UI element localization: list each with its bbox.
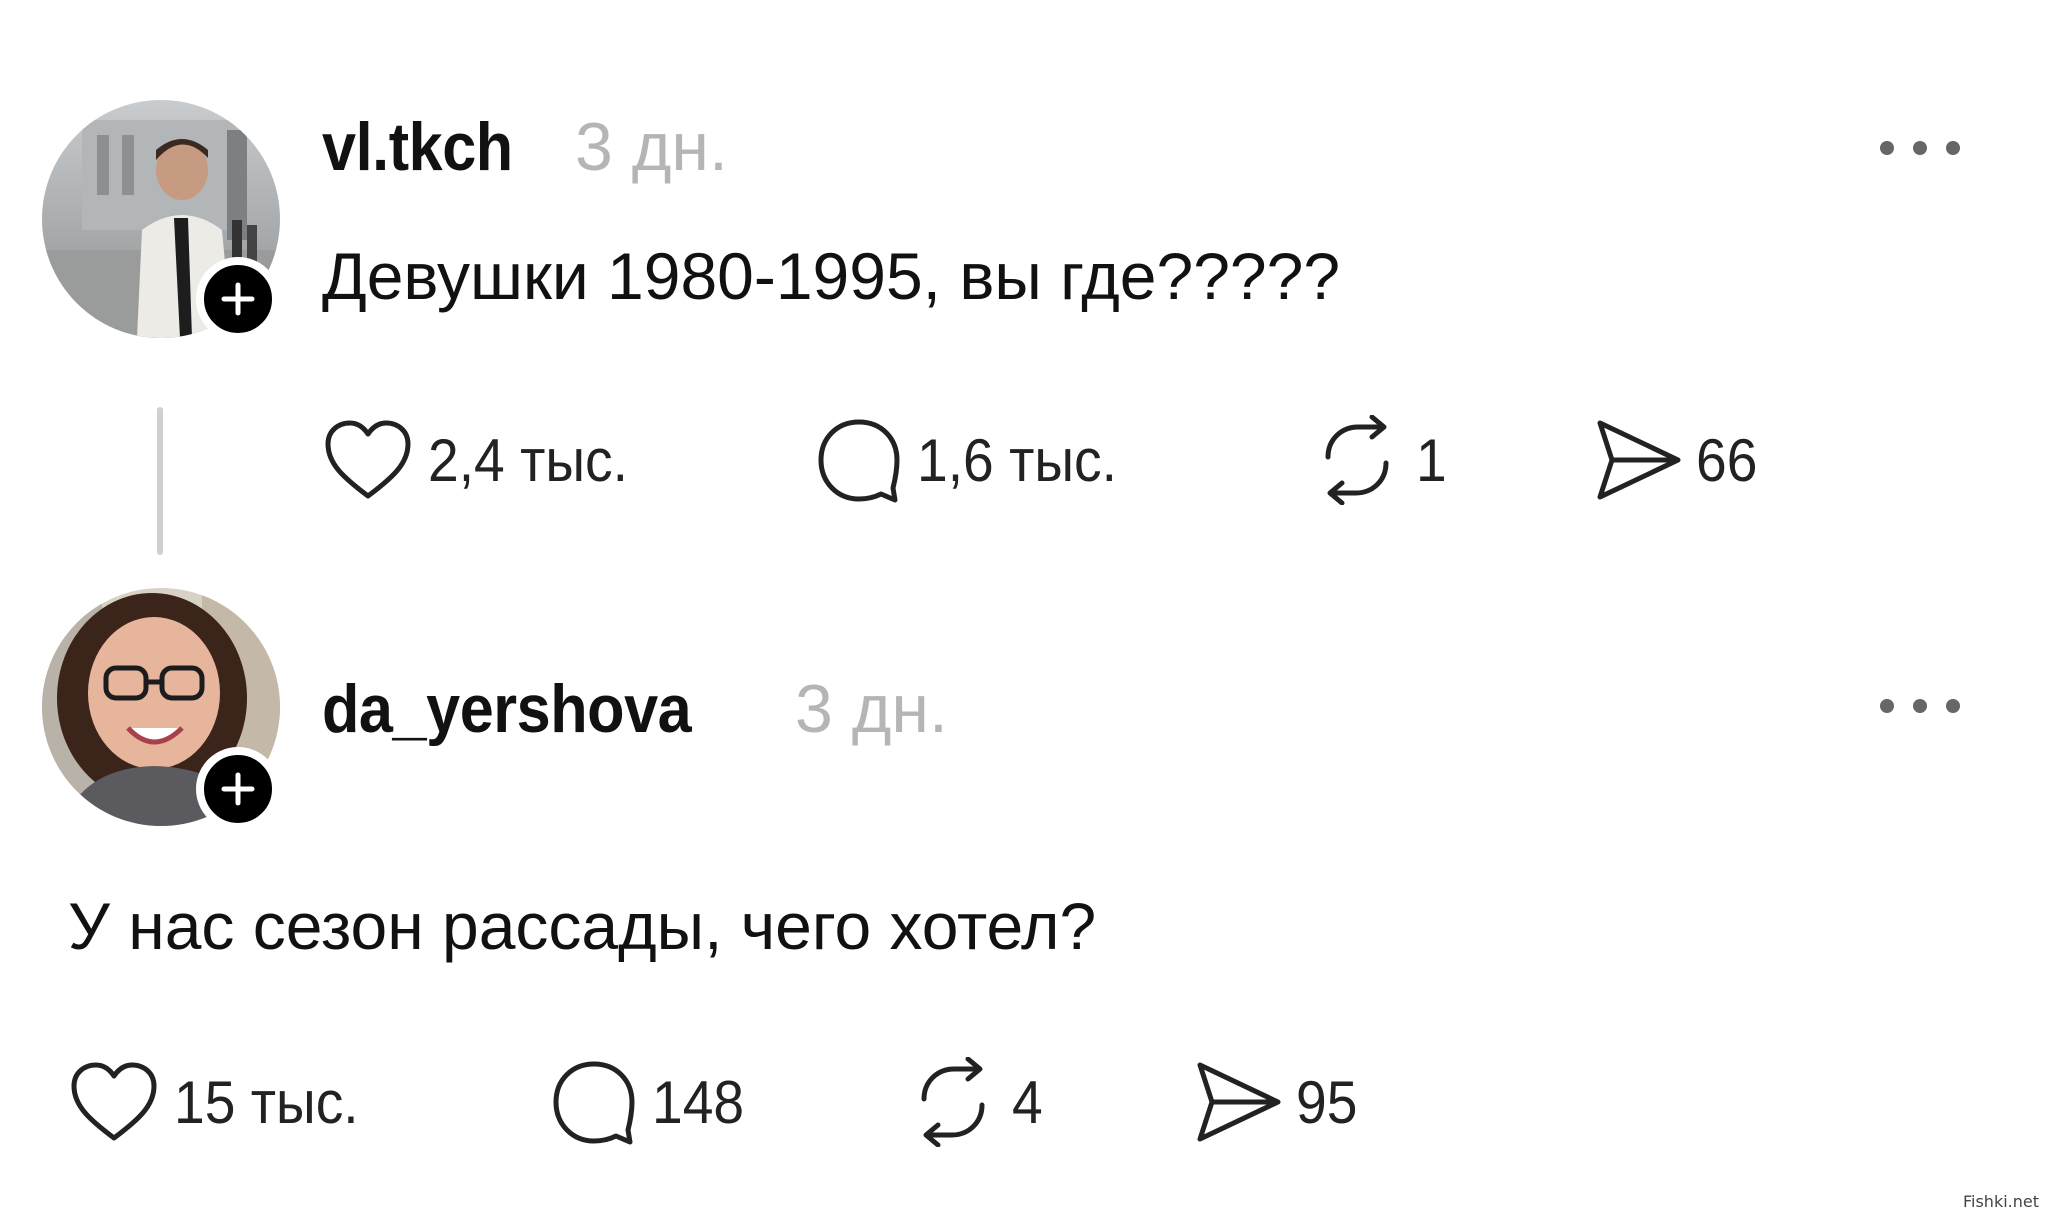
thread-line — [157, 407, 163, 555]
watermark: Fishki.net — [1962, 1192, 2039, 1211]
comment-bubble-icon — [553, 1061, 635, 1145]
repost-button[interactable]: 1 — [1312, 410, 1449, 510]
comment-count: 148 — [652, 1068, 745, 1136]
repost-icon — [1325, 415, 1389, 505]
username[interactable]: da_yershova — [322, 670, 692, 748]
follow-button-da-yershova[interactable] — [196, 747, 280, 831]
plus-icon — [221, 772, 255, 806]
comment-button[interactable]: 1,6 тыс. — [815, 410, 1134, 510]
repost-count: 1 — [1416, 426, 1447, 494]
plus-icon — [221, 282, 255, 316]
send-icon — [1597, 420, 1681, 500]
share-count: 95 — [1296, 1068, 1358, 1136]
share-button[interactable]: 95 — [1192, 1052, 1363, 1152]
post-text: Девушки 1980-1995, вы где????? — [322, 239, 1341, 313]
username[interactable]: vl.tkch — [322, 108, 513, 186]
more-dots-icon[interactable] — [1880, 696, 1960, 716]
repost-icon — [921, 1057, 985, 1147]
post-timestamp: 3 дн. — [575, 109, 728, 185]
like-button[interactable]: 15 тыс. — [68, 1052, 375, 1152]
like-button[interactable]: 2,4 тыс. — [322, 410, 645, 510]
more-dots-icon[interactable] — [1880, 138, 1960, 158]
comment-button[interactable]: 148 — [550, 1052, 752, 1152]
like-count: 2,4 тыс. — [428, 426, 628, 494]
follow-button-vl-tkch[interactable] — [196, 257, 280, 341]
share-button[interactable]: 66 — [1592, 410, 1763, 510]
repost-count: 4 — [1012, 1068, 1043, 1136]
repost-button[interactable]: 4 — [908, 1052, 1045, 1152]
comment-count: 1,6 тыс. — [917, 426, 1117, 494]
post-text: У нас сезон рассады, чего хотел? — [68, 889, 1097, 963]
comment-bubble-icon — [818, 419, 900, 503]
share-count: 66 — [1696, 426, 1758, 494]
like-count: 15 тыс. — [174, 1068, 359, 1136]
heart-icon — [325, 420, 411, 499]
heart-icon — [71, 1062, 157, 1141]
send-icon — [1197, 1062, 1281, 1142]
post-timestamp: 3 дн. — [795, 671, 948, 747]
